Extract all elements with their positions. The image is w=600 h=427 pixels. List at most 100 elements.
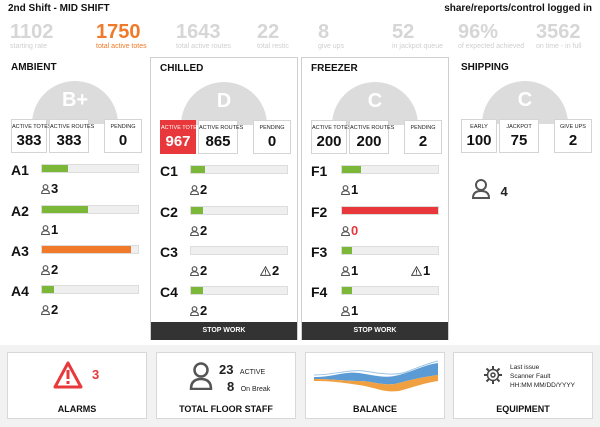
zone-staff: 1 [41,222,58,237]
zone-row-a3[interactable]: A3 2 [11,243,141,283]
equipment-card[interactable]: Last issue Scanner Fault HH:MM MM/DD/YYY… [453,352,593,419]
zone-staff-count: 2 [200,263,208,278]
active-routes-box: ACTIVE ROUTES 383 [49,119,94,153]
zone-progress-fill [42,165,68,172]
active-totes-box: ACTIVE TOTES 200 [311,120,352,154]
zone-progress-fill [42,246,132,253]
active-routes-box: ACTIVE ROUTES 200 [349,120,394,154]
floor-staff-title: TOTAL FLOOR STAFF [179,404,273,414]
zone-progress-fill [342,166,362,173]
zone-label: A2 [11,203,29,219]
zone-staff: 2 [41,262,58,277]
zone-staff-count: 1 [351,263,359,278]
zone-row-a4[interactable]: A4 2 [11,283,141,323]
alarm-count: 3 [92,367,100,382]
staff-on-break: 8 On Break [227,379,271,394]
zone-label: A1 [11,162,29,178]
zone-progress-bar [341,206,439,215]
zone-staff-count: 2 [51,302,59,317]
person-icon [41,184,50,194]
warning-icon [260,266,271,276]
zone-progress-fill [191,287,203,294]
zone-row-a2[interactable]: A2 1 [11,203,141,243]
zone-row-c3[interactable]: C3 2 2 [160,244,290,284]
header-links[interactable]: share/reports/control logged in [444,3,592,14]
person-icon [189,362,213,390]
zone-row-c2[interactable]: C2 2 [160,204,290,244]
active-totes-box: ACTIVE TOTES 383 [11,119,52,153]
alarm-icon [53,361,83,389]
floor-staff-card[interactable]: 23 ACTIVE 8 On Break TOTAL FLOOR STAFF [156,352,296,419]
zone-label: C4 [160,284,178,300]
grade-label: C [367,90,383,112]
zone-row-f4[interactable]: F4 1 [311,284,441,324]
active-totes-box: ACTIVE TOTES 967 [160,120,201,154]
zone-progress-fill [42,206,89,213]
balance-card[interactable]: BALANCE [305,352,445,419]
zone-staff-count: 2 [51,262,59,277]
zone-row-f2[interactable]: F2 0 [311,204,441,244]
person-icon [341,266,350,276]
panel-shipping: SHIPPING C EARLY 100 JACKPOT 75 GIVE UPS 2 … [452,57,598,340]
zone-staff-count: 2 [200,182,208,197]
pending-box: PENDING 2 [404,120,442,154]
panel-ambient: AMBIENT B+ ACTIVE TOTES 383 ACTIVE ROUTES… [2,57,148,340]
zone-row-f1[interactable]: F1 1 [311,163,441,203]
zone-row-a1[interactable]: A1 3 [11,162,141,202]
zone-row-c4[interactable]: C4 2 [160,284,290,324]
jackpot-box: JACKPOT 75 [499,119,539,153]
panel-title: AMBIENT [11,62,57,73]
zone-label: A3 [11,243,29,259]
zone-progress-bar [341,286,439,295]
zone-progress-fill [42,286,54,293]
zone-staff: 0 [341,223,358,238]
zone-staff-count: 1 [351,303,359,318]
zone-warning-count: 1 [423,263,431,278]
person-icon [190,306,199,316]
zone-staff: 2 [190,182,207,197]
zone-row-f3[interactable]: F3 1 1 [311,244,441,284]
zone-staff: 1 [341,263,358,278]
zone-progress-fill [191,166,206,173]
stat-on-time-in-full: 3562 on time - in full [536,21,582,50]
person-icon [190,266,199,276]
zone-staff-count: 1 [351,182,359,197]
zone-progress-bar [190,206,288,215]
zone-label: C1 [160,163,178,179]
early-box: EARLY 100 [461,119,497,153]
stop-work-button[interactable]: STOP WORK [151,322,297,340]
zone-progress-bar [190,165,288,174]
grade-gauge: C [332,82,418,125]
zone-progress-bar [190,286,288,295]
stop-work-button[interactable]: STOP WORK [302,322,448,340]
person-icon [341,185,350,195]
person-icon [341,226,350,236]
zone-label: C2 [160,204,178,220]
zone-warning: 1 [411,263,430,278]
zone-progress-bar [41,205,139,214]
zone-progress-bar [41,285,139,294]
zone-staff: 1 [341,303,358,318]
zone-staff-count: 0 [351,223,359,238]
shipping-staff: 4 [471,179,508,201]
warning-icon [411,266,422,276]
alarms-card[interactable]: 3 ALARMS [7,352,147,419]
zone-label: C3 [160,244,178,260]
zone-staff: 2 [41,302,58,317]
zone-progress-bar [341,165,439,174]
zone-staff: 2 [190,263,207,278]
gear-icon [484,366,502,384]
zone-progress-fill [342,247,352,254]
panel-title: CHILLED [160,63,204,74]
zone-label: F3 [311,244,328,260]
panel-title: FREEZER [311,63,358,74]
person-icon [41,305,50,315]
zone-row-c1[interactable]: C1 2 [160,163,290,203]
stat-starting-rate: 1102 starting rate [10,21,54,50]
zone-staff-count: 2 [200,303,208,318]
zone-label: F4 [311,284,328,300]
zone-staff-count: 3 [51,181,59,196]
person-icon [41,265,50,275]
zone-progress-fill [342,287,352,294]
grade-gauge: B+ [32,81,118,124]
